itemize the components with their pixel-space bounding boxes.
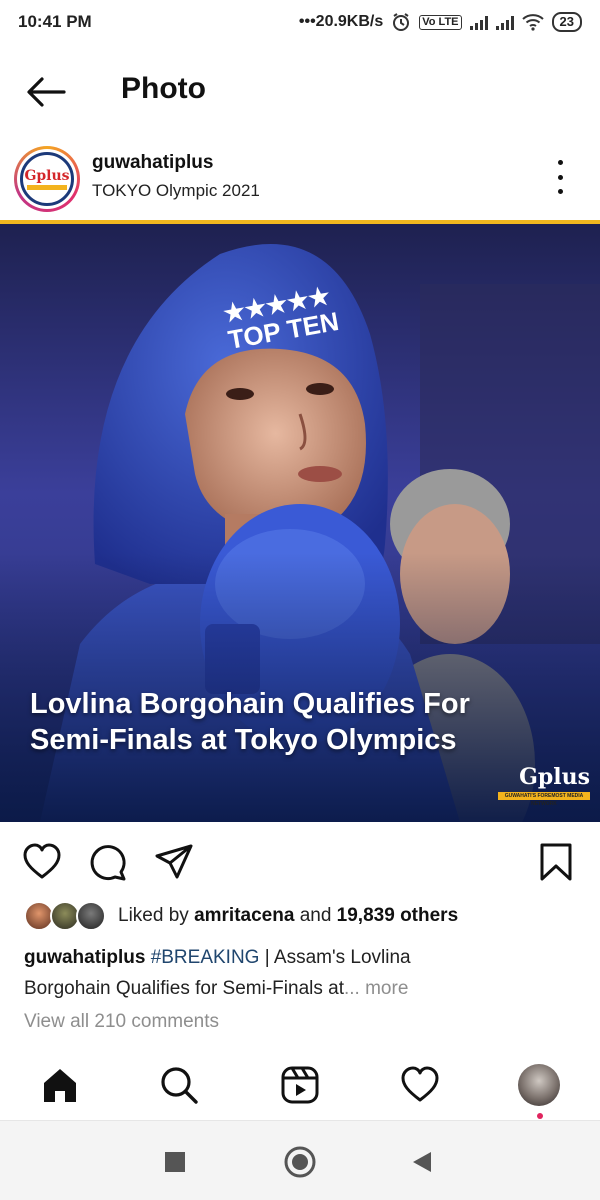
post-caption: guwahatiplus #BREAKING | Assam's Lovlina… bbox=[24, 942, 580, 1004]
post-location[interactable]: TOKYO Olympic 2021 bbox=[92, 181, 260, 201]
likes-user[interactable]: amritacena bbox=[194, 905, 294, 926]
avatar-inner: Gplus bbox=[17, 149, 77, 209]
image-headline-line1: Lovlina Borgohain Qualifies For bbox=[30, 688, 470, 720]
page-header: Photo bbox=[0, 56, 600, 126]
page-title: Photo bbox=[121, 72, 206, 105]
heart-icon[interactable] bbox=[22, 842, 62, 882]
bottom-nav bbox=[0, 1050, 600, 1120]
caption-username[interactable]: guwahatiplus bbox=[24, 947, 145, 968]
network-speed: •••20.9KB/s bbox=[298, 13, 384, 30]
signal-icon bbox=[495, 14, 514, 30]
caption-hashtag[interactable]: #BREAKING bbox=[151, 947, 260, 968]
view-all-comments-link[interactable]: View all 210 comments bbox=[24, 1011, 219, 1033]
image-brand-logo: Gplus GUWAHATI'S FOREMOST MEDIA NETWORK bbox=[498, 764, 590, 808]
heart-icon bbox=[401, 1066, 439, 1102]
recents-square-icon bbox=[165, 1152, 185, 1172]
logo-bar bbox=[27, 185, 67, 190]
post-avatar[interactable]: Gplus bbox=[14, 146, 80, 212]
image-logo-text: Gplus bbox=[519, 764, 590, 790]
status-right: •••20.9KB/s Vo LTE 23 bbox=[299, 12, 582, 32]
back-triangle-icon bbox=[413, 1152, 431, 1172]
caption-more-link[interactable]: ... more bbox=[344, 978, 408, 999]
post-header: Gplus guwahatiplus TOKYO Olympic 2021 bbox=[0, 140, 600, 218]
notification-dot bbox=[537, 1113, 543, 1119]
arrow-left-icon[interactable] bbox=[22, 72, 70, 112]
liker-avatar bbox=[76, 901, 106, 931]
bookmark-icon[interactable] bbox=[536, 842, 576, 882]
more-options-icon[interactable] bbox=[550, 160, 570, 194]
status-time: 10:41 PM bbox=[18, 12, 92, 31]
comment-icon[interactable] bbox=[88, 842, 128, 882]
system-home[interactable] bbox=[283, 1145, 317, 1179]
image-logo-tagline: GUWAHATI'S FOREMOST MEDIA NETWORK bbox=[498, 792, 590, 807]
profile-avatar bbox=[518, 1064, 560, 1106]
likes-text: Liked by amritacena and 19,839 others bbox=[118, 905, 458, 927]
post-actions bbox=[0, 838, 600, 884]
status-bar: 10:41 PM •••20.9KB/s Vo LTE 23 bbox=[0, 0, 600, 44]
reels-icon bbox=[281, 1066, 319, 1104]
image-headline-line2: Semi-Finals at Tokyo Olympics bbox=[30, 724, 457, 756]
nav-activity[interactable] bbox=[398, 1064, 442, 1106]
nav-profile[interactable] bbox=[517, 1064, 561, 1106]
system-recents[interactable] bbox=[158, 1145, 192, 1179]
avatar-logo-text: Gplus bbox=[24, 168, 70, 184]
alarm-icon bbox=[393, 13, 410, 31]
likes-row[interactable]: Liked by amritacena and 19,839 others bbox=[24, 898, 458, 934]
wifi-icon bbox=[521, 14, 544, 31]
gplus-logo: Gplus bbox=[20, 152, 74, 206]
share-icon[interactable] bbox=[154, 842, 194, 882]
post-image[interactable]: ★★★★★ TOP TEN Lovlina Borgohain Qualifie… bbox=[0, 220, 600, 822]
signal-icon bbox=[469, 14, 488, 30]
post-username[interactable]: guwahatiplus bbox=[92, 152, 213, 174]
home-icon bbox=[44, 1069, 76, 1102]
system-back[interactable] bbox=[405, 1145, 439, 1179]
system-nav-bar bbox=[0, 1120, 600, 1200]
liker-avatars bbox=[24, 899, 108, 933]
likes-count[interactable]: 19,839 others bbox=[337, 905, 458, 926]
search-icon bbox=[161, 1067, 198, 1104]
battery-icon: 23 bbox=[551, 12, 582, 32]
nav-home[interactable] bbox=[38, 1064, 82, 1106]
image-headline: Lovlina Borgohain Qualifies For Semi-Fin… bbox=[30, 686, 570, 758]
nav-reels[interactable] bbox=[278, 1064, 322, 1106]
likes-prefix: Liked by bbox=[118, 905, 189, 926]
caption-text-1: | Assam's Lovlina bbox=[259, 947, 411, 968]
volte-icon: Vo LTE bbox=[419, 14, 462, 30]
caption-text-2: Borgohain Qualifies for Semi-Finals at bbox=[24, 978, 344, 999]
nav-search[interactable] bbox=[157, 1064, 201, 1106]
likes-and: and bbox=[299, 905, 332, 926]
home-circle-icon bbox=[284, 1146, 316, 1178]
